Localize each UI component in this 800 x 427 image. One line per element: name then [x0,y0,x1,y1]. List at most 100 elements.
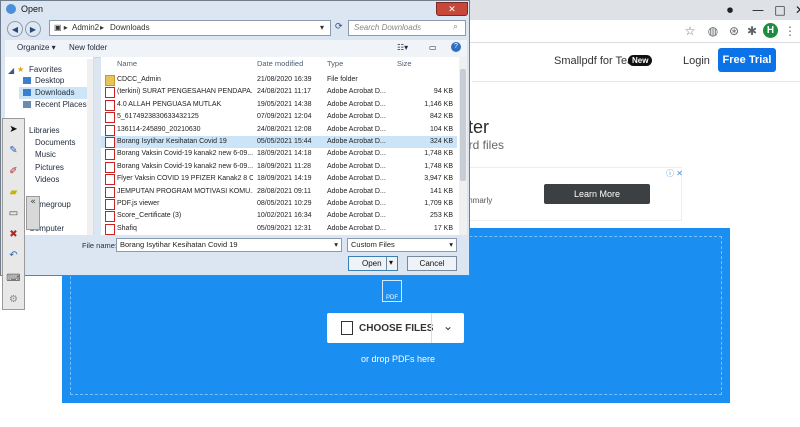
clear-icon[interactable]: ✖ [6,227,21,242]
nav-libraries[interactable]: Libraries [29,126,60,135]
nav-music[interactable]: Music [35,150,56,159]
column-type[interactable]: Type [327,57,343,71]
browser-close-button[interactable]: ✕ [786,0,800,20]
pdf-icon [105,223,115,235]
nav-recent-places[interactable]: Recent Places [35,100,87,109]
cell-date: 18/09/2021 14:18 [257,150,312,158]
scrollbar-thumb[interactable] [460,69,466,181]
settings-icon[interactable]: ⚙ [6,292,21,307]
nav-documents[interactable]: Documents [35,138,75,147]
table-row[interactable]: (terkini) SURAT PENGESAHAN PENDAPA... 24/… [101,86,457,99]
shape-icon[interactable]: ▭ [6,206,21,221]
column-size[interactable]: Size [397,57,412,71]
globe-icon[interactable]: ◍ [705,23,721,39]
table-row[interactable]: CDCC_Admin 21/08/2020 16:39 File folder [101,74,457,86]
filename-input[interactable]: Borang Isytihar Kesihatan Covid 19 ▾ [116,238,342,252]
table-row[interactable]: Borang Isytihar Kesihatan Covid 19 05/05/… [101,136,457,148]
collapse-favorites-icon[interactable]: ◢ [8,66,14,75]
breadcrumb-admin2[interactable]: Admin2 [72,23,99,32]
filetype-value: Custom Files [351,240,395,249]
pdf-icon [105,199,115,210]
organize-button[interactable]: Organize ▾ [17,43,56,52]
address-bar[interactable]: ▣ ▸ Admin2 ▸ Downloads ▾ [49,20,331,36]
table-row[interactable]: PDF.js viewer 08/05/2021 10:29 Adobe Acrob… [101,198,457,210]
pdf-icon [105,112,115,124]
menu-icon[interactable]: ⋮ [782,23,798,39]
nav-downloads[interactable]: Downloads [35,88,75,97]
learn-more-button[interactable]: Learn More [544,184,650,204]
undo-icon[interactable]: ↶ [6,248,21,263]
pdf-file-icon: PDF [382,280,402,302]
profile-avatar[interactable]: H [763,23,778,38]
column-date-modified[interactable]: Date modified [257,57,303,71]
extension-icon[interactable]: ⊛ [726,23,742,39]
filename-value: Borang Isytihar Kesihatan Covid 19 [120,240,238,249]
table-row[interactable]: Shafiq 05/09/2021 12:31 Adobe Acrobat D...… [101,223,457,235]
toolbar-collapse-tab[interactable]: « [26,196,40,230]
pen-icon[interactable]: ✎ [6,143,21,158]
free-trial-button[interactable]: Free Trial [718,48,776,72]
puzzle-icon[interactable]: ✱ [744,23,760,39]
login-link[interactable]: Login [683,55,710,67]
star-icon[interactable]: ☆ [682,23,698,39]
table-row[interactable]: Borang Vaksin Covid-19 kanak2 new 6-09..… [101,148,457,161]
nav-videos[interactable]: Videos [35,175,59,184]
cancel-button[interactable]: Cancel [407,256,457,271]
table-row[interactable]: Flyer Vaksin COVID 19 PFIZER Kanak2 8 O.… [101,173,457,186]
cell-date: 28/08/2021 09:11 [257,187,311,195]
cell-name: 5_6174923830633432125 [117,113,199,121]
command-bar: Organize ▾ New folder ☷▾ ▭ ? [5,40,467,58]
nav-favorites[interactable]: Favorites [29,65,62,74]
open-dropdown-icon[interactable]: ▾ [389,258,393,267]
nav-scrollbar[interactable] [87,59,93,235]
cell-name: CDCC_Admin [117,76,161,83]
chevron-down-icon[interactable]: ▾ [449,239,453,251]
open-split [386,257,387,270]
cell-name: JEMPUTAN PROGRAM MOTIVASI KOMU... [117,187,253,195]
filetype-select[interactable]: Custom Files ▾ [347,238,457,252]
help-icon[interactable]: ? [451,42,461,52]
table-row[interactable]: JEMPUTAN PROGRAM MOTIVASI KOMU... 28/08/2… [101,186,457,198]
table-row[interactable]: 4.0 ALLAH PENGUASA MUTLAK 19/05/2021 14:3… [101,99,457,111]
table-row[interactable]: 136114-245890_20210630 24/08/2021 12:08 Ad… [101,124,457,136]
table-row[interactable]: 5_6174923830633432125 07/09/2021 12:04 Ado… [101,111,457,124]
new-folder-button[interactable]: New folder [69,43,107,52]
cell-name: Score_Certificate (3) [117,212,182,220]
browser-media-icon[interactable]: ⏺ [716,0,744,20]
choose-files-button[interactable]: CHOOSE FILES ⌄ [327,313,464,343]
pdf-icon [105,124,115,136]
cursor-icon[interactable]: ➤ [6,122,21,137]
chevron-down-icon[interactable]: ⌄ [443,319,453,333]
refresh-icon[interactable]: ⟳ [335,22,343,32]
nav-desktop[interactable]: Desktop [35,76,64,85]
table-row[interactable]: Borang Vaksin Covid-19 kanak2 new 6-09..… [101,161,457,173]
pdf-icon [105,161,115,173]
cell-type: Adobe Acrobat D... [327,162,386,170]
cell-type: File folder [327,76,358,83]
cell-type: Adobe Acrobat D... [327,88,386,96]
table-row[interactable]: Score_Certificate (3) 10/02/2021 16:34 Ado… [101,210,457,223]
breadcrumb-sep: ▸ [100,23,105,32]
cell-size: 1,146 KB [424,100,453,108]
cell-date: 08/05/2021 10:29 [257,200,312,207]
back-icon[interactable]: ◀ [7,21,23,37]
dialog-close-button[interactable]: ✕ [436,2,468,16]
search-downloads-input[interactable]: Search Downloads ⌕ [348,20,466,36]
cell-date: 10/02/2021 16:34 [257,212,312,220]
cell-size: 1,748 KB [424,150,453,158]
keyboard-icon[interactable]: ⌨ [6,271,21,286]
breadcrumb-downloads[interactable]: Downloads [110,23,150,32]
column-name[interactable]: Name [117,57,137,71]
view-options-icon[interactable]: ☷▾ [397,43,408,52]
chevron-down-icon[interactable]: ▾ [334,239,338,251]
address-dropdown-icon[interactable]: ▾ [320,23,324,32]
ad-choices-icon[interactable]: ⓘ ✕ [666,168,683,179]
cell-date: 18/09/2021 14:19 [257,175,312,183]
folder-icon: ▣ ▸ [54,23,68,32]
preview-pane-icon[interactable]: ▭ [429,43,437,52]
forward-icon[interactable]: ▶ [25,21,41,37]
nav-pictures[interactable]: Pictures [35,163,64,172]
open-button[interactable]: Open ▾ [348,256,398,271]
highlighter-icon[interactable]: ▰ [6,185,21,200]
eraser-icon[interactable]: ✐ [6,164,21,179]
